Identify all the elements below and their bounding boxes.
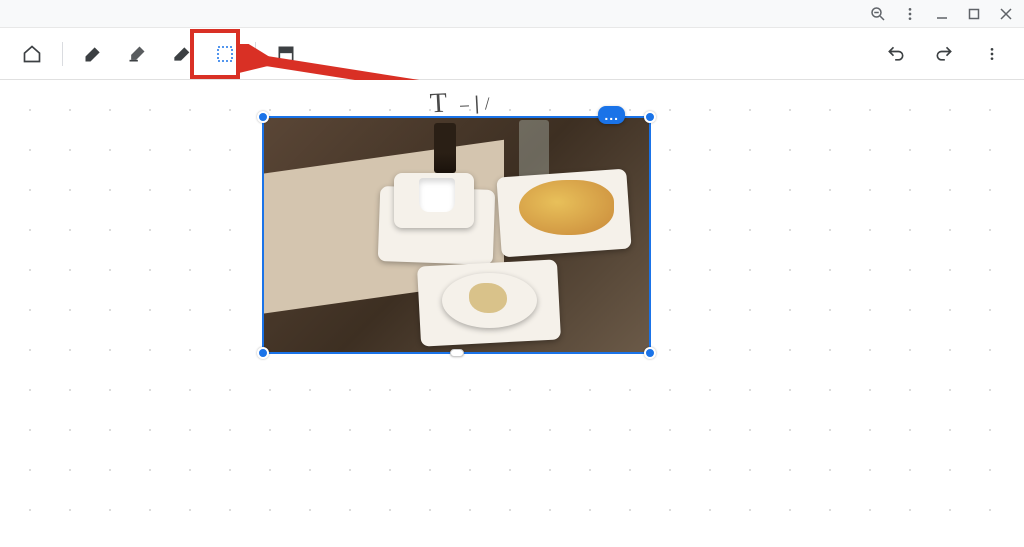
undo-button[interactable] xyxy=(876,34,916,74)
select-tool[interactable] xyxy=(205,34,245,74)
resize-handle-bottom-left[interactable] xyxy=(257,347,269,359)
ink-sketch: ⎯ ⎮ / xyxy=(459,93,490,116)
canvas[interactable]: T ⎯ ⎮ / ... xyxy=(0,80,1024,547)
omelette xyxy=(519,180,614,235)
eraser-tool[interactable] xyxy=(161,34,201,74)
pen-tool[interactable] xyxy=(73,34,113,74)
minimize-button[interactable] xyxy=(932,4,952,24)
toolbar-separator xyxy=(62,42,63,66)
window-titlebar xyxy=(0,0,1024,28)
image-options-button[interactable]: ... xyxy=(598,106,625,124)
more-menu-button[interactable] xyxy=(972,34,1012,74)
insert-image-tool[interactable] xyxy=(266,34,306,74)
resize-handle-top-left[interactable] xyxy=(257,111,269,123)
cup xyxy=(419,178,455,212)
zoom-out-icon[interactable] xyxy=(868,4,888,24)
highlighter-tool[interactable] xyxy=(117,34,157,74)
home-button[interactable] xyxy=(12,34,52,74)
close-button[interactable] xyxy=(996,4,1016,24)
maximize-button[interactable] xyxy=(964,4,984,24)
toolbar-separator xyxy=(255,42,256,66)
image-content xyxy=(264,118,649,352)
main-toolbar xyxy=(0,28,1024,80)
redo-button[interactable] xyxy=(924,34,964,74)
glass xyxy=(434,123,456,173)
resize-handle-bottom-right[interactable] xyxy=(644,347,656,359)
resize-handle-bottom-mid[interactable] xyxy=(450,349,464,357)
kebab-menu-icon[interactable] xyxy=(900,4,920,24)
selected-image[interactable]: ... xyxy=(262,116,651,354)
resize-handle-top-right[interactable] xyxy=(644,111,656,123)
